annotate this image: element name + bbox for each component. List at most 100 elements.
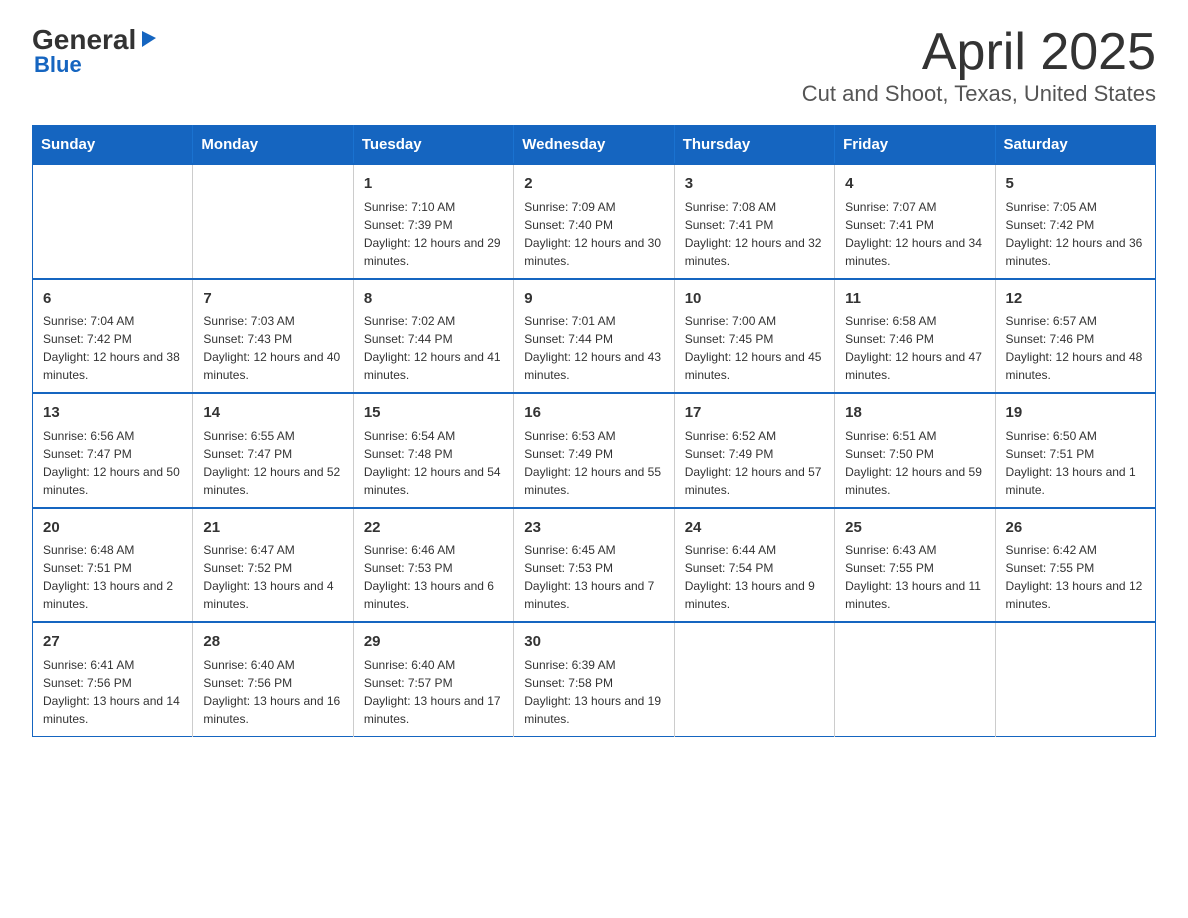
calendar-cell: 12Sunrise: 6:57 AM Sunset: 7:46 PM Dayli… [995, 279, 1155, 394]
day-info: Sunrise: 6:41 AM Sunset: 7:56 PM Dayligh… [43, 656, 182, 728]
calendar-header-row: SundayMondayTuesdayWednesdayThursdayFrid… [33, 126, 1156, 165]
day-info: Sunrise: 6:48 AM Sunset: 7:51 PM Dayligh… [43, 541, 182, 613]
day-info: Sunrise: 7:09 AM Sunset: 7:40 PM Dayligh… [524, 198, 663, 270]
day-number: 14 [203, 402, 342, 425]
calendar-cell: 29Sunrise: 6:40 AM Sunset: 7:57 PM Dayli… [353, 622, 513, 736]
calendar-cell: 20Sunrise: 6:48 AM Sunset: 7:51 PM Dayli… [33, 508, 193, 623]
day-info: Sunrise: 6:58 AM Sunset: 7:46 PM Dayligh… [845, 312, 984, 384]
day-info: Sunrise: 7:03 AM Sunset: 7:43 PM Dayligh… [203, 312, 342, 384]
day-number: 6 [43, 288, 182, 311]
day-info: Sunrise: 7:10 AM Sunset: 7:39 PM Dayligh… [364, 198, 503, 270]
calendar-cell: 16Sunrise: 6:53 AM Sunset: 7:49 PM Dayli… [514, 393, 674, 508]
page-subtitle: Cut and Shoot, Texas, United States [802, 81, 1156, 107]
day-info: Sunrise: 6:51 AM Sunset: 7:50 PM Dayligh… [845, 427, 984, 499]
calendar-cell: 7Sunrise: 7:03 AM Sunset: 7:43 PM Daylig… [193, 279, 353, 394]
calendar-cell: 1Sunrise: 7:10 AM Sunset: 7:39 PM Daylig… [353, 164, 513, 279]
calendar-cell: 18Sunrise: 6:51 AM Sunset: 7:50 PM Dayli… [835, 393, 995, 508]
day-info: Sunrise: 7:02 AM Sunset: 7:44 PM Dayligh… [364, 312, 503, 384]
calendar-cell: 8Sunrise: 7:02 AM Sunset: 7:44 PM Daylig… [353, 279, 513, 394]
day-info: Sunrise: 6:45 AM Sunset: 7:53 PM Dayligh… [524, 541, 663, 613]
calendar-cell: 5Sunrise: 7:05 AM Sunset: 7:42 PM Daylig… [995, 164, 1155, 279]
calendar-week-row: 6Sunrise: 7:04 AM Sunset: 7:42 PM Daylig… [33, 279, 1156, 394]
day-number: 12 [1006, 288, 1145, 311]
day-number: 24 [685, 517, 824, 540]
calendar-cell: 25Sunrise: 6:43 AM Sunset: 7:55 PM Dayli… [835, 508, 995, 623]
day-number: 19 [1006, 402, 1145, 425]
day-info: Sunrise: 6:56 AM Sunset: 7:47 PM Dayligh… [43, 427, 182, 499]
calendar-week-row: 20Sunrise: 6:48 AM Sunset: 7:51 PM Dayli… [33, 508, 1156, 623]
calendar-cell: 9Sunrise: 7:01 AM Sunset: 7:44 PM Daylig… [514, 279, 674, 394]
calendar-cell: 21Sunrise: 6:47 AM Sunset: 7:52 PM Dayli… [193, 508, 353, 623]
day-info: Sunrise: 6:40 AM Sunset: 7:57 PM Dayligh… [364, 656, 503, 728]
calendar-day-header: Sunday [33, 126, 193, 165]
calendar-day-header: Monday [193, 126, 353, 165]
calendar-week-row: 13Sunrise: 6:56 AM Sunset: 7:47 PM Dayli… [33, 393, 1156, 508]
calendar-day-header: Thursday [674, 126, 834, 165]
page-title: April 2025 [802, 24, 1156, 81]
day-info: Sunrise: 7:05 AM Sunset: 7:42 PM Dayligh… [1006, 198, 1145, 270]
calendar-cell: 27Sunrise: 6:41 AM Sunset: 7:56 PM Dayli… [33, 622, 193, 736]
day-number: 3 [685, 173, 824, 196]
day-info: Sunrise: 6:57 AM Sunset: 7:46 PM Dayligh… [1006, 312, 1145, 384]
calendar-cell: 19Sunrise: 6:50 AM Sunset: 7:51 PM Dayli… [995, 393, 1155, 508]
day-number: 18 [845, 402, 984, 425]
day-number: 7 [203, 288, 342, 311]
calendar-cell: 28Sunrise: 6:40 AM Sunset: 7:56 PM Dayli… [193, 622, 353, 736]
day-info: Sunrise: 6:46 AM Sunset: 7:53 PM Dayligh… [364, 541, 503, 613]
day-number: 26 [1006, 517, 1145, 540]
day-number: 4 [845, 173, 984, 196]
day-number: 30 [524, 631, 663, 654]
calendar-cell [835, 622, 995, 736]
calendar-cell: 15Sunrise: 6:54 AM Sunset: 7:48 PM Dayli… [353, 393, 513, 508]
title-area: April 2025 Cut and Shoot, Texas, United … [802, 24, 1156, 107]
calendar-cell: 11Sunrise: 6:58 AM Sunset: 7:46 PM Dayli… [835, 279, 995, 394]
day-number: 10 [685, 288, 824, 311]
day-number: 27 [43, 631, 182, 654]
day-number: 9 [524, 288, 663, 311]
day-number: 11 [845, 288, 984, 311]
day-number: 15 [364, 402, 503, 425]
day-number: 22 [364, 517, 503, 540]
day-info: Sunrise: 6:52 AM Sunset: 7:49 PM Dayligh… [685, 427, 824, 499]
day-number: 13 [43, 402, 182, 425]
calendar-cell: 24Sunrise: 6:44 AM Sunset: 7:54 PM Dayli… [674, 508, 834, 623]
calendar-cell: 2Sunrise: 7:09 AM Sunset: 7:40 PM Daylig… [514, 164, 674, 279]
day-info: Sunrise: 6:39 AM Sunset: 7:58 PM Dayligh… [524, 656, 663, 728]
calendar-cell [674, 622, 834, 736]
calendar-cell: 10Sunrise: 7:00 AM Sunset: 7:45 PM Dayli… [674, 279, 834, 394]
day-number: 1 [364, 173, 503, 196]
day-number: 16 [524, 402, 663, 425]
day-number: 17 [685, 402, 824, 425]
day-info: Sunrise: 6:40 AM Sunset: 7:56 PM Dayligh… [203, 656, 342, 728]
calendar-cell: 3Sunrise: 7:08 AM Sunset: 7:41 PM Daylig… [674, 164, 834, 279]
day-info: Sunrise: 7:07 AM Sunset: 7:41 PM Dayligh… [845, 198, 984, 270]
calendar-week-row: 1Sunrise: 7:10 AM Sunset: 7:39 PM Daylig… [33, 164, 1156, 279]
calendar-cell: 23Sunrise: 6:45 AM Sunset: 7:53 PM Dayli… [514, 508, 674, 623]
day-number: 21 [203, 517, 342, 540]
day-info: Sunrise: 6:53 AM Sunset: 7:49 PM Dayligh… [524, 427, 663, 499]
day-number: 20 [43, 517, 182, 540]
day-number: 29 [364, 631, 503, 654]
day-info: Sunrise: 6:50 AM Sunset: 7:51 PM Dayligh… [1006, 427, 1145, 499]
logo: General Blue [32, 24, 160, 78]
calendar-table: SundayMondayTuesdayWednesdayThursdayFrid… [32, 125, 1156, 737]
calendar-cell: 14Sunrise: 6:55 AM Sunset: 7:47 PM Dayli… [193, 393, 353, 508]
day-number: 8 [364, 288, 503, 311]
calendar-cell: 26Sunrise: 6:42 AM Sunset: 7:55 PM Dayli… [995, 508, 1155, 623]
day-info: Sunrise: 7:04 AM Sunset: 7:42 PM Dayligh… [43, 312, 182, 384]
calendar-day-header: Tuesday [353, 126, 513, 165]
day-info: Sunrise: 6:55 AM Sunset: 7:47 PM Dayligh… [203, 427, 342, 499]
calendar-cell [193, 164, 353, 279]
day-number: 23 [524, 517, 663, 540]
day-number: 2 [524, 173, 663, 196]
calendar-cell: 13Sunrise: 6:56 AM Sunset: 7:47 PM Dayli… [33, 393, 193, 508]
calendar-day-header: Saturday [995, 126, 1155, 165]
day-info: Sunrise: 6:42 AM Sunset: 7:55 PM Dayligh… [1006, 541, 1145, 613]
day-number: 28 [203, 631, 342, 654]
calendar-day-header: Friday [835, 126, 995, 165]
calendar-cell: 22Sunrise: 6:46 AM Sunset: 7:53 PM Dayli… [353, 508, 513, 623]
calendar-cell: 30Sunrise: 6:39 AM Sunset: 7:58 PM Dayli… [514, 622, 674, 736]
page-header: General Blue April 2025 Cut and Shoot, T… [32, 24, 1156, 107]
day-info: Sunrise: 6:43 AM Sunset: 7:55 PM Dayligh… [845, 541, 984, 613]
day-number: 5 [1006, 173, 1145, 196]
